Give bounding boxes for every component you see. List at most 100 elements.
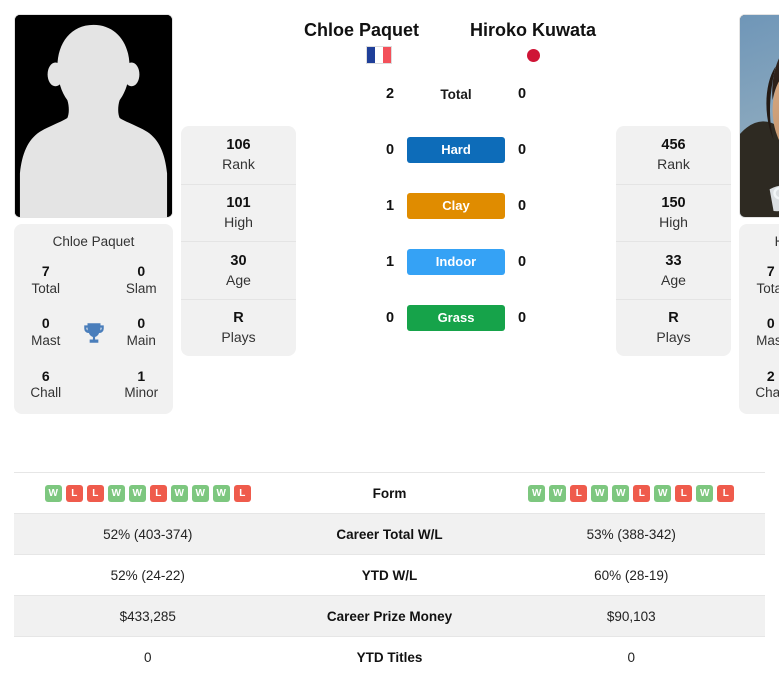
form-badge-win: W <box>44 484 62 502</box>
form-badge-loss: L <box>86 484 104 502</box>
titles-total-value: 7 <box>41 263 50 279</box>
table-row: 0 YTD Titles 0 <box>14 636 765 677</box>
h2h-hard-left: 0 <box>385 142 395 159</box>
titles-total-value: 7 <box>766 263 775 279</box>
titles-chall-value: 2 <box>766 367 775 384</box>
row-left-value: 0 <box>143 649 152 665</box>
player-left-titles-grid: 7 Total 0 Slam 0 Mast 0 Main 6 Chall 1 M… <box>20 263 167 402</box>
rank-cell-age: 30 Age <box>181 241 296 299</box>
titles-chall: 6 Chall <box>20 368 72 402</box>
player-right-rank-column: 456 Rank 150 High 33 Age R Plays <box>616 126 731 356</box>
form-badge-win: W <box>549 484 567 502</box>
h2h-total-left: 2 <box>385 86 395 103</box>
high-label: High <box>659 214 688 231</box>
titles-total-label: Total <box>756 280 779 296</box>
player-right-avatar[interactable] <box>739 14 779 218</box>
player-left-avatar[interactable] <box>14 14 173 218</box>
titles-main-value: 0 <box>137 315 146 332</box>
surface-pill-hard[interactable]: Hard <box>407 137 505 164</box>
h2h-clay-left: 1 <box>385 198 395 215</box>
h2h-total-right: 0 <box>517 86 527 103</box>
table-row: 52% (24-22) YTD W/L 60% (28-19) <box>14 554 765 595</box>
form-badges-right: WWLWWLWLWL <box>498 484 766 502</box>
row-left-value: $433,285 <box>119 608 176 624</box>
h2h-indoor-left: 1 <box>385 254 395 271</box>
form-badge-loss: L <box>149 484 167 502</box>
row-right-value: 60% (28-19) <box>594 567 669 583</box>
titles-mast-label: Mast <box>756 332 779 348</box>
plays-label: Plays <box>221 329 256 346</box>
high-value: 150 <box>661 195 686 212</box>
row-left-value: 52% (24-22) <box>110 567 185 583</box>
player-right-titles-grid: 7 Total 0 Slam 0 Mast <box>745 263 779 402</box>
player-left-rank-column: 106 Rank 101 High 30 Age R Plays <box>181 126 296 356</box>
surface-pill-clay[interactable]: Clay <box>407 193 505 220</box>
player-photo-image <box>740 15 779 217</box>
player-left-rank-card: 106 Rank 101 High 30 Age R Plays <box>181 126 296 356</box>
titles-main-label: Main <box>126 332 156 348</box>
row-right-value: 0 <box>627 649 635 665</box>
player-right-rank-card: 456 Rank 150 High 33 Age R Plays <box>616 126 731 356</box>
player-right-name[interactable]: Hiroko Kuwata <box>458 18 608 42</box>
titles-slam: 0 Slam <box>116 263 168 297</box>
plays-label: Plays <box>656 329 691 346</box>
rank-cell-high: 150 High <box>616 183 731 242</box>
rank-cell-age: 33 Age <box>616 241 731 299</box>
titles-slam-label: Slam <box>125 280 157 296</box>
player-left-info-card: Chloe Paquet 7 Total 0 Slam 0 Mast 0 Mai… <box>14 224 173 415</box>
comparison-header: Chloe Paquet 7 Total 0 Slam 0 Mast 0 Mai… <box>0 0 779 472</box>
titles-chall-label: Chall <box>30 385 62 401</box>
titles-total: 7 Total <box>745 263 779 297</box>
titles-mast-value: 0 <box>41 315 50 332</box>
titles-mast: 0 Mast <box>745 315 779 349</box>
titles-minor-label: Minor <box>124 385 159 401</box>
row-label: Career Prize Money <box>326 608 453 624</box>
flag-slot-right <box>458 46 608 65</box>
player-right-card-name: Hiroko Kuwata <box>745 234 779 263</box>
h2h-row-hard: 0 Hard 0 <box>372 122 540 178</box>
player-flags-row <box>304 46 608 65</box>
row-label: YTD W/L <box>361 567 418 583</box>
player-left-card-name: Chloe Paquet <box>52 234 135 249</box>
row-label: Career Total W/L <box>336 526 443 542</box>
form-badge-win: W <box>528 484 546 502</box>
rank-cell-rank: 456 Rank <box>616 126 731 184</box>
titles-slam-value: 0 <box>137 263 146 279</box>
h2h-clay-pill-wrap: Clay <box>407 193 505 220</box>
flag-france-icon <box>366 46 392 65</box>
h2h-total-label: Total <box>440 86 472 102</box>
player-names-row: Chloe Paquet Hiroko Kuwata <box>304 18 608 42</box>
form-badge-loss: L <box>675 484 693 502</box>
titles-chall-label: Chall <box>755 385 779 401</box>
h2h-grass-right: 0 <box>517 310 527 327</box>
form-badge-loss: L <box>717 484 735 502</box>
surface-pill-indoor[interactable]: Indoor <box>407 249 505 276</box>
head-to-head-column: Chloe Paquet Hiroko Kuwata 2 Total 0 0 H… <box>304 14 608 346</box>
trophy-icon <box>72 320 116 346</box>
titles-main: 0 Main <box>116 315 168 349</box>
h2h-indoor-right: 0 <box>517 254 527 271</box>
h2h-row-clay: 1 Clay 0 <box>372 178 540 234</box>
titles-minor-value: 1 <box>137 367 146 384</box>
h2h-hard-right: 0 <box>517 142 527 159</box>
player-left-name[interactable]: Chloe Paquet <box>304 18 454 42</box>
h2h-hard-pill-wrap: Hard <box>407 137 505 164</box>
h2h-row-total: 2 Total 0 <box>372 66 540 122</box>
age-value: 33 <box>665 252 682 269</box>
surface-pill-grass[interactable]: Grass <box>407 305 505 332</box>
table-row-label: Form <box>372 485 407 501</box>
titles-mast: 0 Mast <box>20 315 72 349</box>
titles-mast-value: 0 <box>766 315 775 332</box>
titles-total-label: Total <box>31 280 61 296</box>
form-badge-win: W <box>170 484 188 502</box>
form-badge-loss: L <box>633 484 651 502</box>
high-value: 101 <box>226 195 251 212</box>
form-badges-left: WLLWWLWWWL <box>14 484 282 502</box>
titles-mast-label: Mast <box>31 332 61 348</box>
placeholder-silhouette-icon <box>15 15 172 217</box>
h2h-row-grass: 0 Grass 0 <box>372 290 540 346</box>
h2h-grass-pill-wrap: Grass <box>407 305 505 332</box>
rank-cell-plays: R Plays <box>181 298 296 357</box>
player-left-column: Chloe Paquet 7 Total 0 Slam 0 Mast 0 Mai… <box>14 14 173 415</box>
flag-japan-icon <box>520 46 546 65</box>
